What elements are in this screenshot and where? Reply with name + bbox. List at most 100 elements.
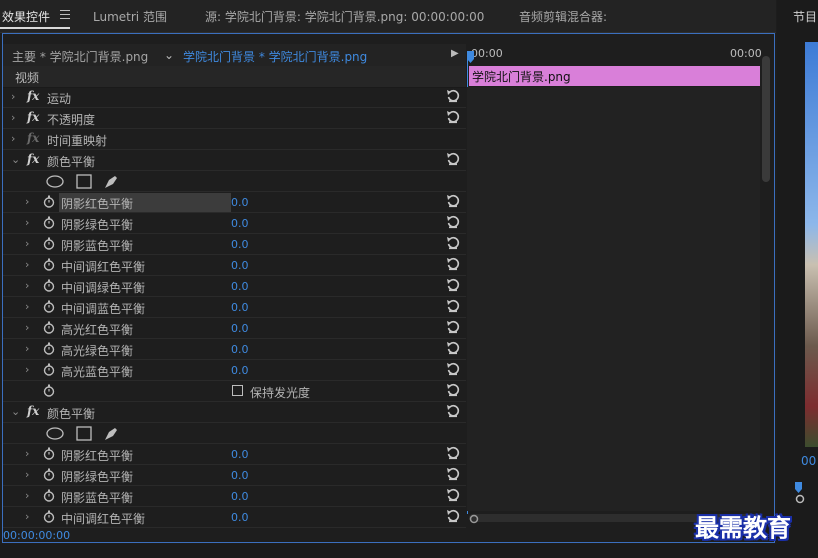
- panel-menu-icon[interactable]: [60, 10, 70, 19]
- chevron-right-icon[interactable]: ›: [25, 258, 29, 271]
- mask-tools-row[interactable]: [3, 171, 466, 192]
- reset-icon[interactable]: [446, 488, 460, 502]
- param-value[interactable]: 0.0: [231, 511, 249, 524]
- sequence-clip-label[interactable]: 学院北门背景 * 学院北门背景.png: [183, 48, 367, 65]
- effect-row[interactable]: › fx 运动: [3, 87, 466, 108]
- effect-param-row[interactable]: › 中间调红色平衡 0.0: [3, 255, 466, 276]
- tab-program[interactable]: 节目: [793, 8, 817, 25]
- chevron-right-icon[interactable]: ›: [25, 363, 29, 376]
- effect-param-row[interactable]: › 中间调红色平衡 0.0: [3, 507, 466, 528]
- chevron-right-icon[interactable]: ›: [25, 279, 29, 292]
- stopwatch-icon[interactable]: [43, 489, 55, 502]
- effect-row[interactable]: › fx 时间重映射: [3, 129, 466, 150]
- effect-param-row[interactable]: › 高光蓝色平衡 0.0: [3, 360, 466, 381]
- play-only-icon[interactable]: ▶: [451, 48, 459, 59]
- stopwatch-icon[interactable]: [43, 237, 55, 250]
- reset-icon[interactable]: [446, 278, 460, 292]
- reset-icon[interactable]: [446, 383, 460, 397]
- stopwatch-icon[interactable]: [43, 447, 55, 460]
- chevron-right-icon[interactable]: ›: [25, 468, 29, 481]
- param-value[interactable]: 0.0: [231, 196, 249, 209]
- stopwatch-icon[interactable]: [43, 279, 55, 292]
- stopwatch-icon[interactable]: [43, 300, 55, 313]
- chevron-down-icon[interactable]: ⌄: [11, 153, 20, 166]
- chevron-right-icon[interactable]: ›: [25, 237, 29, 250]
- stopwatch-icon[interactable]: [43, 321, 55, 334]
- program-playhead-icon[interactable]: [795, 482, 803, 494]
- current-timecode[interactable]: 00:00:00:00: [3, 528, 463, 542]
- effect-row[interactable]: ⌄ fx 颜色平衡: [3, 402, 466, 423]
- tab-lumetri-scopes[interactable]: Lumetri 范围: [93, 8, 167, 25]
- reset-icon[interactable]: [446, 320, 460, 334]
- chevron-right-icon[interactable]: ›: [25, 510, 29, 523]
- reset-icon[interactable]: [446, 509, 460, 523]
- fx-icon[interactable]: fx: [27, 404, 39, 418]
- reset-icon[interactable]: [446, 404, 460, 418]
- effect-row[interactable]: ⌄ fx 颜色平衡: [3, 150, 466, 171]
- mask-tools-row[interactable]: [3, 423, 466, 444]
- effect-param-row[interactable]: › 阴影绿色平衡 0.0: [3, 465, 466, 486]
- reset-icon[interactable]: [446, 467, 460, 481]
- param-value[interactable]: 0.0: [231, 469, 249, 482]
- param-value[interactable]: 0.0: [231, 322, 249, 335]
- master-clip-label[interactable]: 主要 * 学院北门背景.png: [12, 48, 148, 65]
- effect-param-row[interactable]: › 阴影红色平衡 0.0: [3, 192, 466, 213]
- reset-icon[interactable]: [446, 89, 460, 103]
- reset-icon[interactable]: [446, 110, 460, 124]
- stopwatch-icon[interactable]: [43, 195, 55, 208]
- param-value[interactable]: 0.0: [231, 364, 249, 377]
- chevron-right-icon[interactable]: ›: [11, 111, 15, 124]
- reset-icon[interactable]: [446, 341, 460, 355]
- chevron-right-icon[interactable]: ›: [25, 447, 29, 460]
- effect-param-row[interactable]: › 中间调蓝色平衡 0.0: [3, 297, 466, 318]
- zoom-handle-icon[interactable]: [469, 514, 479, 524]
- timeline-track-area[interactable]: [467, 87, 760, 511]
- stopwatch-icon[interactable]: [43, 384, 55, 397]
- tab-audio-clip-mixer[interactable]: 音频剪辑混合器:: [519, 8, 607, 25]
- param-value[interactable]: 0.0: [231, 490, 249, 503]
- reset-icon[interactable]: [446, 257, 460, 271]
- stopwatch-icon[interactable]: [43, 468, 55, 481]
- vertical-scrollbar[interactable]: [762, 56, 770, 182]
- mask-tools-icon[interactable]: [45, 173, 125, 193]
- tab-effect-controls[interactable]: 效果控件: [2, 8, 50, 25]
- reset-icon[interactable]: [446, 236, 460, 250]
- effect-param-row[interactable]: › 阴影绿色平衡 0.0: [3, 213, 466, 234]
- preserve-luminosity-row[interactable]: 保持发光度: [3, 381, 466, 402]
- reset-icon[interactable]: [446, 446, 460, 460]
- chevron-right-icon[interactable]: ›: [25, 342, 29, 355]
- param-value[interactable]: 0.0: [231, 217, 249, 230]
- reset-icon[interactable]: [446, 152, 460, 166]
- stopwatch-icon[interactable]: [43, 342, 55, 355]
- effect-param-row[interactable]: › 阴影蓝色平衡 0.0: [3, 486, 466, 507]
- chevron-right-icon[interactable]: ›: [25, 321, 29, 334]
- stopwatch-icon[interactable]: [43, 216, 55, 229]
- chevron-right-icon[interactable]: ›: [25, 300, 29, 313]
- reset-icon[interactable]: [446, 215, 460, 229]
- param-value[interactable]: 0.0: [231, 448, 249, 461]
- effect-param-row[interactable]: › 阴影红色平衡 0.0: [3, 444, 466, 465]
- param-value[interactable]: 0.0: [231, 259, 249, 272]
- program-zoom-handle-icon[interactable]: [795, 494, 805, 504]
- playhead-icon[interactable]: [467, 51, 475, 65]
- reset-icon[interactable]: [446, 362, 460, 376]
- effect-param-row[interactable]: › 高光红色平衡 0.0: [3, 318, 466, 339]
- tab-source[interactable]: 源: 学院北门背景: 学院北门背景.png: 00:00:00:00: [205, 8, 484, 25]
- chevron-right-icon[interactable]: ›: [25, 195, 29, 208]
- effect-param-row[interactable]: › 高光绿色平衡 0.0: [3, 339, 466, 360]
- fx-icon[interactable]: fx: [27, 131, 39, 145]
- effect-row[interactable]: › fx 不透明度: [3, 108, 466, 129]
- timeline-clip[interactable]: 学院北门背景.png: [469, 66, 760, 86]
- stopwatch-icon[interactable]: [43, 510, 55, 523]
- chevron-down-icon[interactable]: ⌄: [11, 405, 20, 418]
- param-value[interactable]: 0.0: [231, 301, 249, 314]
- program-timecode[interactable]: 00: [801, 454, 816, 468]
- fx-icon[interactable]: fx: [27, 110, 39, 124]
- effect-param-row[interactable]: › 中间调绿色平衡 0.0: [3, 276, 466, 297]
- param-value[interactable]: 0.0: [231, 343, 249, 356]
- fx-icon[interactable]: fx: [27, 152, 39, 166]
- chevron-right-icon[interactable]: ›: [25, 489, 29, 502]
- fx-icon[interactable]: fx: [27, 89, 39, 103]
- reset-icon[interactable]: [446, 299, 460, 313]
- mask-tools-icon[interactable]: [45, 425, 125, 445]
